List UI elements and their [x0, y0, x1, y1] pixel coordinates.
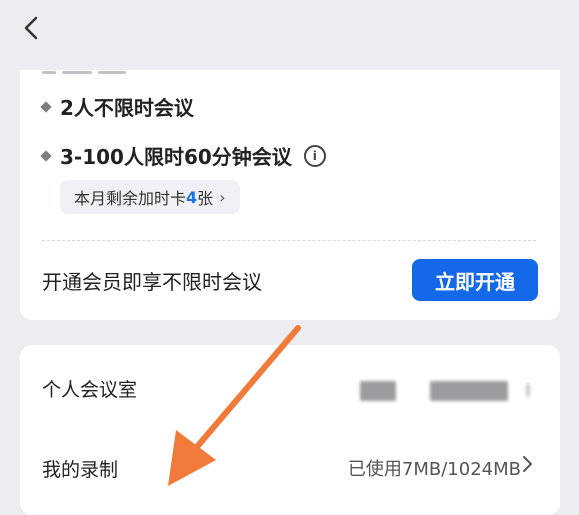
blurred-room-id — [430, 381, 508, 401]
chevron-right-icon: › — [219, 187, 226, 207]
bullet-diamond-icon — [40, 100, 52, 113]
blurred-chevron — [526, 383, 530, 397]
feature-item: 2人不限时会议 — [40, 92, 194, 121]
back-chevron-icon[interactable] — [18, 14, 46, 42]
feature-text: 2人不限时会议 — [60, 96, 194, 120]
my-recordings-label[interactable]: 我的录制 — [42, 455, 118, 482]
feature-item: 3-100人限时60分钟会议 i — [40, 141, 326, 170]
blurred-room-id — [360, 381, 396, 401]
extra-time-card-chip[interactable]: 本月剩余加时卡 4 张 › — [60, 180, 240, 214]
storage-usage: 已使用7MB/1024MB — [347, 459, 521, 480]
chip-suffix: 张 — [197, 189, 214, 208]
info-icon[interactable]: i — [303, 144, 326, 167]
vip-promo-text: 开通会员即享不限时会议 — [42, 270, 262, 294]
chip-count: 4 — [186, 187, 198, 207]
chip-prefix: 本月剩余加时卡 — [74, 189, 187, 208]
activate-now-button[interactable]: 立即开通 — [412, 259, 538, 301]
settings-card — [20, 345, 560, 515]
chevron-right-icon[interactable] — [520, 455, 534, 473]
dashed-divider — [42, 240, 536, 241]
feature-text: 3-100人限时60分钟会议 — [60, 145, 292, 169]
cut-off-text — [42, 68, 142, 74]
bullet-diamond-icon — [40, 149, 52, 162]
personal-meeting-room-label[interactable]: 个人会议室 — [42, 375, 137, 402]
